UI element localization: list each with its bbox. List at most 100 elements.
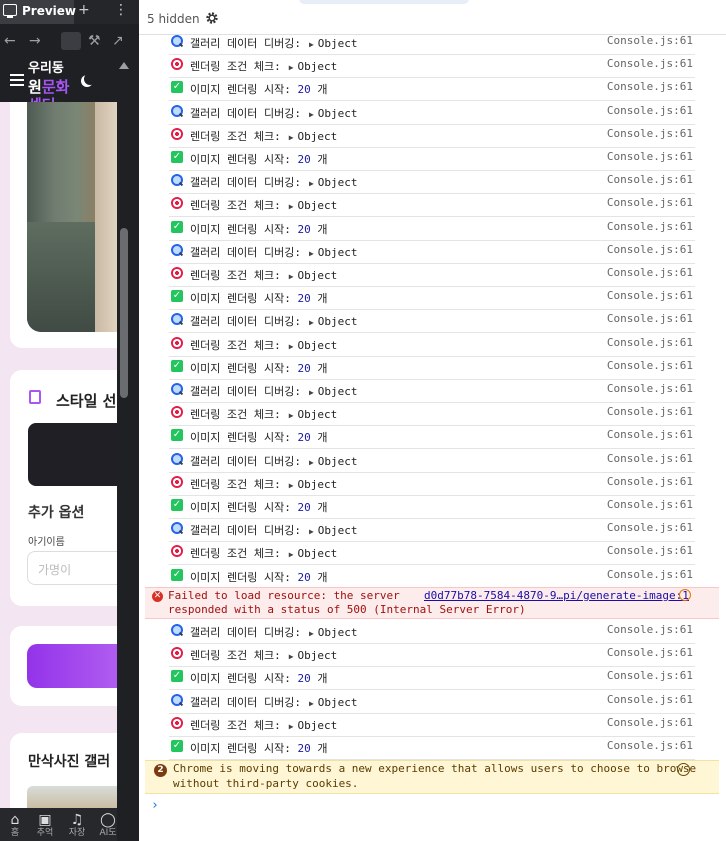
log-object-value[interactable]: Object: [298, 199, 338, 212]
log-object-value[interactable]: Object: [318, 246, 358, 259]
log-source-link[interactable]: Console.js:61: [607, 150, 693, 163]
expand-triangle-icon[interactable]: ▶: [309, 527, 314, 536]
console-log-row[interactable]: 갤러리 데이터 디버깅: ▶ Object Console.js:61: [169, 449, 695, 473]
log-source-link[interactable]: Console.js:61: [607, 289, 693, 302]
log-source-link[interactable]: Console.js:61: [607, 312, 693, 325]
console-log-row[interactable]: ✓ 이미지 렌더링 시작: 20 개 Console.js:61: [169, 217, 695, 241]
log-object-value[interactable]: Object: [318, 37, 358, 50]
expand-triangle-icon[interactable]: ▶: [289, 342, 294, 351]
expand-triangle-icon[interactable]: ▶: [289, 202, 294, 211]
forward-icon[interactable]: →: [29, 33, 41, 49]
console-log-row[interactable]: 갤러리 데이터 디버깅: ▶ Object Console.js:61: [169, 518, 695, 543]
expand-triangle-icon[interactable]: ▶: [309, 249, 314, 258]
filter-input[interactable]: [299, 0, 469, 4]
log-object-value[interactable]: Object: [318, 626, 358, 639]
console-log-row[interactable]: 갤러리 데이터 디버깅: ▶ Object Console.js:61: [169, 31, 695, 55]
console-error-row[interactable]: ✕ Failed to load resource: the server d0…: [145, 587, 719, 619]
console-log-row[interactable]: ✓ 이미지 렌더링 시작: 20 개 Console.js:61: [169, 666, 695, 691]
hidden-count[interactable]: 5 hidden: [147, 12, 200, 26]
new-tab-icon[interactable]: +: [78, 2, 90, 18]
preview-scrollbar[interactable]: [117, 60, 139, 841]
console-log-row[interactable]: 갤러리 데이터 디버깅: ▶ Object Console.js:61: [169, 170, 695, 195]
console-log-row[interactable]: ✓ 이미지 렌더링 시작: 20 개 Console.js:61: [169, 565, 695, 589]
console-log-row[interactable]: 렌더링 조건 체크: ▶ Object Console.js:61: [169, 333, 695, 357]
log-source-link[interactable]: Console.js:61: [607, 521, 693, 534]
log-source-link[interactable]: Console.js:61: [607, 475, 693, 488]
log-object-value[interactable]: Object: [298, 60, 338, 73]
log-source-link[interactable]: Console.js:61: [607, 359, 693, 372]
log-source-link[interactable]: Console.js:61: [607, 266, 693, 279]
menu-icon[interactable]: [10, 74, 24, 86]
tools-icon[interactable]: ⚒: [88, 33, 101, 49]
ai-explain-icon[interactable]: [679, 589, 691, 601]
log-object-value[interactable]: Object: [298, 719, 338, 732]
log-source-link[interactable]: Console.js:61: [607, 716, 693, 729]
log-source-link[interactable]: Console.js:61: [607, 243, 693, 256]
console-log-row[interactable]: ✓ 이미지 렌더링 시작: 20 개 Console.js:61: [169, 286, 695, 311]
dark-mode-icon[interactable]: [84, 73, 96, 85]
log-object-value[interactable]: Object: [318, 176, 358, 189]
console-log-row[interactable]: ✓ 이미지 렌더링 시작: 20 개 Console.js:61: [169, 736, 695, 760]
console-log-row[interactable]: ✓ 이미지 렌더링 시작: 20 개 Console.js:61: [169, 147, 695, 171]
bottom-nav-ai[interactable]: ◯ AI도: [97, 812, 119, 838]
log-source-link[interactable]: Console.js:61: [607, 646, 693, 659]
expand-triangle-icon[interactable]: ▶: [289, 133, 294, 142]
log-source-link[interactable]: Console.js:61: [607, 336, 693, 349]
baby-name-input[interactable]: 가명이: [27, 551, 117, 585]
expand-triangle-icon[interactable]: ▶: [289, 550, 294, 559]
style-option-dark[interactable]: [28, 423, 117, 486]
log-object-value[interactable]: Object: [318, 385, 358, 398]
bottom-nav-lullaby[interactable]: ♫ 자장: [66, 812, 88, 838]
console-log-row[interactable]: 렌더링 조건 체크: ▶ Object Console.js:61: [169, 124, 695, 148]
console-log-row[interactable]: 갤러리 데이터 디버깅: ▶ Object Console.js:61: [169, 309, 695, 334]
log-source-link[interactable]: Console.js:61: [607, 739, 693, 752]
expand-triangle-icon[interactable]: ▶: [309, 388, 314, 397]
console-log-row[interactable]: 갤러리 데이터 디버깅: ▶ Object Console.js:61: [169, 690, 695, 714]
console-log-row[interactable]: 렌더링 조건 체크: ▶ Object Console.js:61: [169, 472, 695, 496]
back-icon[interactable]: ←: [4, 33, 16, 49]
expand-triangle-icon[interactable]: ▶: [289, 722, 294, 731]
console-log-row[interactable]: 렌더링 조건 체크: ▶ Object Console.js:61: [169, 193, 695, 218]
console-log-row[interactable]: ✓ 이미지 렌더링 시작: 20 개 Console.js:61: [169, 356, 695, 380]
expand-triangle-icon[interactable]: ▶: [289, 63, 294, 72]
expand-triangle-icon[interactable]: ▶: [309, 458, 314, 467]
ai-explain-icon[interactable]: [677, 763, 690, 776]
log-object-value[interactable]: Object: [318, 455, 358, 468]
expand-triangle-icon[interactable]: ▶: [309, 629, 314, 638]
console-log-row[interactable]: ✓ 이미지 렌더링 시작: 20 개 Console.js:61: [169, 495, 695, 519]
log-object-value[interactable]: Object: [298, 339, 338, 352]
log-object-value[interactable]: Object: [318, 315, 358, 328]
gear-icon[interactable]: [205, 11, 219, 25]
expand-triangle-icon[interactable]: ▶: [289, 272, 294, 281]
expand-triangle-icon[interactable]: ▶: [289, 652, 294, 661]
error-source-link[interactable]: d0d77b78-7584-4870-9…pi/generate-image:1: [424, 589, 689, 602]
device-toggle-icon[interactable]: [61, 32, 81, 50]
log-object-value[interactable]: Object: [298, 478, 338, 491]
log-source-link[interactable]: Console.js:61: [607, 80, 693, 93]
expand-triangle-icon[interactable]: ▶: [309, 179, 314, 188]
console-prompt[interactable]: ›: [151, 798, 159, 813]
console-log-row[interactable]: ✓ 이미지 렌더링 시작: 20 개 Console.js:61: [169, 77, 695, 102]
log-source-link[interactable]: Console.js:61: [607, 196, 693, 209]
console-warning-row[interactable]: 2 Chrome is moving towards a new experie…: [145, 760, 719, 794]
console-log-row[interactable]: 렌더링 조건 체크: ▶ Object Console.js:61: [169, 713, 695, 737]
expand-triangle-icon[interactable]: ▶: [309, 318, 314, 327]
log-source-link[interactable]: Console.js:61: [607, 669, 693, 682]
log-object-value[interactable]: Object: [298, 547, 338, 560]
log-source-link[interactable]: Console.js:61: [607, 104, 693, 117]
bottom-nav-memories[interactable]: ▣ 추억: [34, 812, 56, 838]
log-source-link[interactable]: Console.js:61: [607, 127, 693, 140]
console-log-row[interactable]: 갤러리 데이터 디버깅: ▶ Object Console.js:61: [169, 379, 695, 403]
log-source-link[interactable]: Console.js:61: [607, 693, 693, 706]
log-object-value[interactable]: Object: [298, 130, 338, 143]
log-source-link[interactable]: Console.js:61: [607, 34, 693, 47]
log-source-link[interactable]: Console.js:61: [607, 568, 693, 581]
log-source-link[interactable]: Console.js:61: [607, 452, 693, 465]
console-log-row[interactable]: ✓ 이미지 렌더링 시작: 20 개 Console.js:61: [169, 425, 695, 450]
log-source-link[interactable]: Console.js:61: [607, 623, 693, 636]
log-source-link[interactable]: Console.js:61: [607, 57, 693, 70]
more-icon[interactable]: ⋮: [114, 2, 128, 18]
console-log-row[interactable]: 갤러리 데이터 디버깅: ▶ Object Console.js:61: [169, 240, 695, 264]
expand-triangle-icon[interactable]: ▶: [309, 40, 314, 49]
log-object-value[interactable]: Object: [318, 696, 358, 709]
